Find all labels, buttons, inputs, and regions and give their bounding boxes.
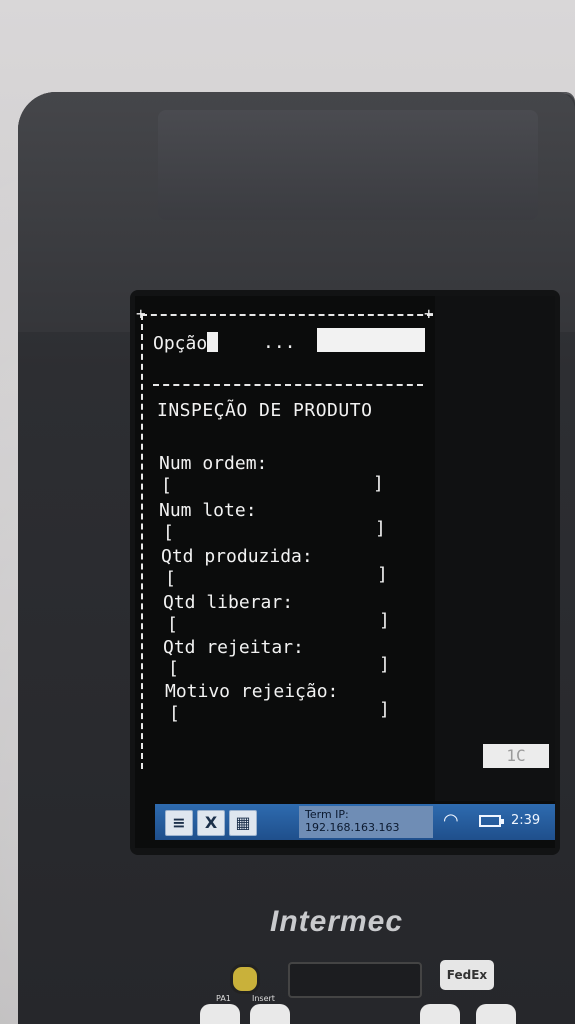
- field-input-num-lote[interactable]: [: [163, 522, 174, 543]
- terminal-ip-panel: Term IP: 192.168.163.163: [299, 806, 433, 838]
- field-label-num-ordem: Num ordem:: [159, 453, 268, 474]
- terminal-form: + + Opção ... INSPEÇÃO DE PRODUTO Num or…: [135, 296, 437, 769]
- clock[interactable]: 2:39: [511, 813, 540, 828]
- field-label-qtd-produzida: Qtd produzida:: [161, 546, 313, 567]
- option-dots: ...: [263, 332, 296, 353]
- option-field[interactable]: Opção: [153, 332, 219, 354]
- field-input-num-ordem-end: ]: [373, 473, 384, 494]
- field-label-num-lote: Num lote:: [159, 500, 257, 521]
- field-input-motivo-rejeicao[interactable]: [: [169, 703, 180, 724]
- field-input-qtd-liberar-end: ]: [379, 610, 390, 631]
- field-input-qtd-rejeitar[interactable]: [: [168, 658, 179, 679]
- fedex-key[interactable]: FedEx: [440, 960, 494, 990]
- field-label-motivo-rejeicao: Motivo rejeição:: [165, 681, 339, 702]
- field-input-motivo-rejeicao-end: ]: [379, 699, 390, 720]
- field-input-qtd-produzida-end: ]: [377, 564, 388, 585]
- screen-side-area: [435, 296, 555, 801]
- terminal-frame-top: [141, 314, 433, 316]
- taskbar: ≡ X ▦ Term IP: 192.168.163.163 ◠ 2:39: [155, 804, 555, 840]
- option-input[interactable]: [317, 328, 425, 352]
- field-input-qtd-rejeitar-end: ]: [379, 654, 390, 675]
- mode-indicator: 1C: [483, 744, 549, 768]
- hardware-key[interactable]: [420, 1004, 460, 1024]
- page-title: INSPEÇÃO DE PRODUTO: [157, 400, 373, 421]
- terminal-screen: + + Opção ... INSPEÇÃO DE PRODUTO Num or…: [135, 296, 555, 848]
- hardware-key[interactable]: [476, 1004, 516, 1024]
- ip-value: 192.168.163.163: [305, 821, 400, 834]
- option-label: Opção: [153, 333, 208, 354]
- brand-logo: Intermec: [270, 905, 404, 938]
- keyboard-icon[interactable]: ▦: [229, 810, 257, 836]
- key-label-insert: Insert: [252, 994, 275, 1003]
- hardware-key[interactable]: [200, 1004, 240, 1024]
- field-input-qtd-produzida[interactable]: [: [165, 568, 176, 589]
- close-icon[interactable]: X: [197, 810, 225, 836]
- field-input-qtd-liberar[interactable]: [: [167, 614, 178, 635]
- power-key[interactable]: [230, 964, 260, 994]
- ip-label: Term IP:: [305, 808, 349, 821]
- menu-icon[interactable]: ≡: [165, 810, 193, 836]
- field-label-qtd-liberar: Qtd liberar:: [163, 592, 294, 613]
- battery-icon[interactable]: [479, 815, 504, 827]
- field-input-num-ordem[interactable]: [: [161, 475, 172, 496]
- hardware-key[interactable]: [250, 1004, 290, 1024]
- header-separator: [153, 384, 423, 386]
- device-top-panel: [158, 110, 538, 220]
- frame-corner: +: [424, 304, 434, 323]
- device-keypad: FedEx PA1 Insert: [200, 960, 540, 1024]
- wifi-icon[interactable]: ◠: [443, 810, 459, 831]
- text-cursor: [207, 332, 219, 352]
- keypad-display-panel: [288, 962, 422, 998]
- frame-corner: +: [136, 304, 146, 323]
- field-input-num-lote-end: ]: [375, 518, 386, 539]
- field-label-qtd-rejeitar: Qtd rejeitar:: [163, 637, 304, 658]
- key-label-pa1: PA1: [216, 994, 231, 1003]
